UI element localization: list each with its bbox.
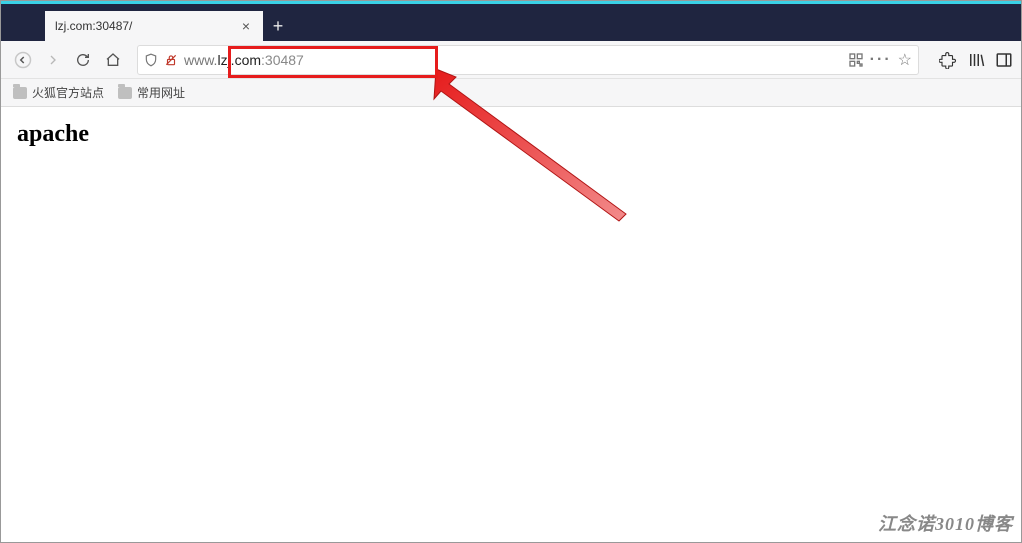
sidebar-icon[interactable] (995, 51, 1013, 69)
forward-button (39, 46, 67, 74)
toolbar-right (939, 51, 1013, 69)
home-button[interactable] (99, 46, 127, 74)
forward-icon (45, 52, 61, 68)
page-heading: apache (17, 121, 1005, 148)
bookmark-folder-common-urls[interactable]: 常用网址 (118, 84, 185, 101)
shield-icon (144, 53, 158, 67)
plus-icon: + (273, 16, 284, 37)
extensions-icon[interactable] (939, 51, 957, 69)
bookmark-folder-firefox-official[interactable]: 火狐官方站点 (13, 84, 104, 101)
url-host: lzj.com (217, 52, 261, 68)
url-port: :30487 (261, 52, 304, 68)
reload-icon (75, 52, 91, 68)
address-bar[interactable]: www.lzj.com:30487 ··· ☆ (137, 45, 919, 75)
reload-button[interactable] (69, 46, 97, 74)
page-content: apache (1, 107, 1021, 542)
bookmark-label: 常用网址 (137, 84, 185, 101)
bookmark-star-icon[interactable]: ☆ (898, 50, 912, 70)
library-icon[interactable] (967, 51, 985, 69)
folder-icon (118, 87, 132, 99)
home-icon (105, 52, 121, 68)
close-icon[interactable]: × (239, 19, 253, 33)
tab-strip: lzj.com:30487/ × + (1, 11, 1021, 41)
back-icon (14, 51, 32, 69)
browser-window: lzj.com:30487/ × + www.lzj.com:30487 (0, 0, 1022, 543)
back-button[interactable] (9, 46, 37, 74)
tab-title: lzj.com:30487/ (55, 19, 239, 33)
qr-icon[interactable] (848, 52, 864, 68)
folder-icon (13, 87, 27, 99)
new-tab-button[interactable]: + (263, 11, 293, 41)
page-actions-overflow-icon[interactable]: ··· (870, 51, 892, 69)
navigation-toolbar: www.lzj.com:30487 ··· ☆ (1, 41, 1021, 79)
url-prefix: www. (184, 52, 217, 68)
lock-strikethrough-icon (164, 53, 178, 67)
url-text[interactable]: www.lzj.com:30487 (184, 52, 842, 68)
tab-active[interactable]: lzj.com:30487/ × (45, 11, 263, 41)
bookmark-label: 火狐官方站点 (32, 84, 104, 101)
watermark-text: 江念诺3010博客 (878, 510, 1013, 536)
identity-box[interactable] (144, 53, 178, 67)
window-titlebar (1, 1, 1021, 11)
bookmarks-toolbar: 火狐官方站点 常用网址 (1, 79, 1021, 107)
